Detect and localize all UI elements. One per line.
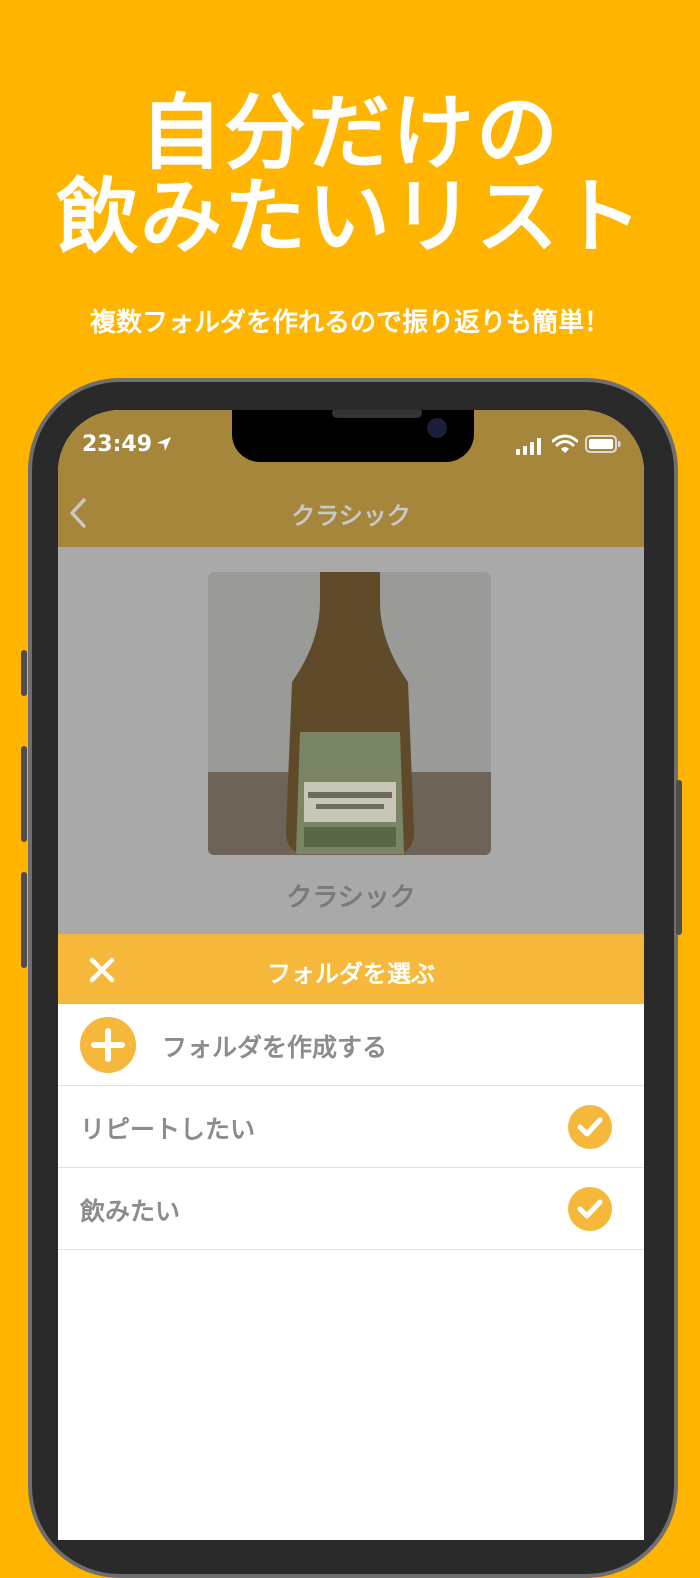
sheet-title: フォルダを選ぶ: [267, 960, 435, 988]
location-arrow-icon: [156, 436, 172, 456]
headline-line2: 飲みたいリスト: [55, 170, 644, 265]
plus-icon: [80, 1017, 136, 1077]
check-icon[interactable]: [568, 1105, 612, 1153]
power-button: [676, 780, 682, 935]
status-time: 23:49: [82, 432, 153, 457]
headline-line1: 自分だけの: [139, 86, 560, 181]
promo-subline: 複数フォルダを作れるので振り返りも簡単！: [89, 308, 610, 338]
promo-headline: 自分だけの 飲みたいリスト: [0, 92, 700, 260]
wifi-icon: [551, 434, 579, 458]
notch: [232, 410, 474, 462]
signal-icon: [516, 437, 544, 459]
folder-label: リピートしたい: [80, 1115, 256, 1144]
item-name: クラシック: [286, 883, 416, 913]
item-detail: クラシック: [58, 547, 644, 934]
create-folder-row[interactable]: フォルダを作成する: [58, 1004, 644, 1086]
phone-screen: 23:49 クラシック クラシック フォルダを選ぶ フォルダを作成する リピート…: [58, 410, 644, 1540]
front-camera: [427, 418, 447, 438]
volume-up-button: [21, 746, 27, 842]
beer-photo: [208, 572, 491, 855]
speaker-grille: [332, 410, 422, 418]
nav-title: クラシック: [291, 502, 411, 530]
battery-icon: [585, 435, 621, 457]
check-icon[interactable]: [568, 1187, 612, 1235]
folder-sheet-header: フォルダを選ぶ: [58, 934, 644, 1004]
folder-row[interactable]: リピートしたい: [58, 1086, 644, 1168]
mute-switch: [21, 650, 27, 696]
volume-down-button: [21, 872, 27, 968]
folder-label: 飲みたい: [80, 1197, 181, 1226]
create-folder-label: フォルダを作成する: [162, 1033, 388, 1062]
folder-row[interactable]: 飲みたい: [58, 1168, 644, 1250]
